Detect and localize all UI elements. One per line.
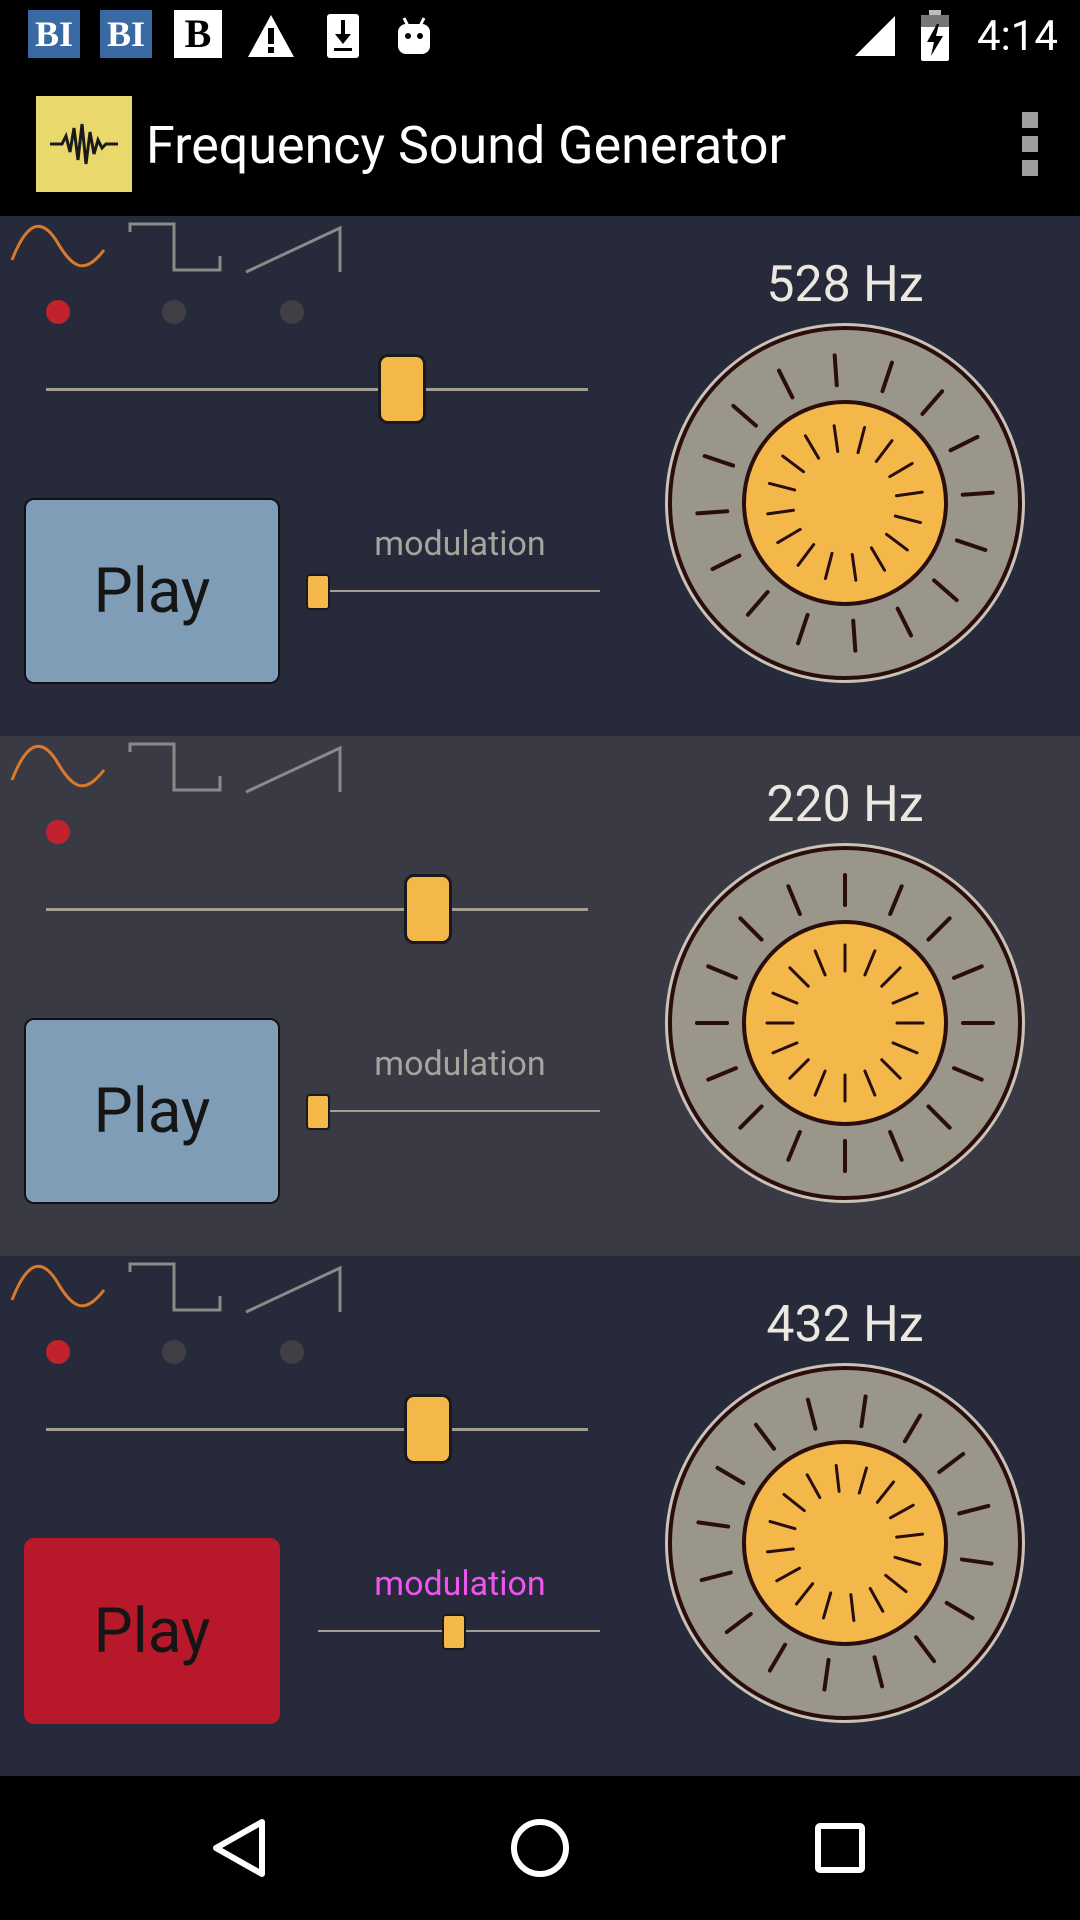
play-button[interactable]: Play [24,1018,280,1204]
signal-icon [852,10,898,62]
battery-charging-icon [918,10,952,62]
sine-select-dot[interactable] [46,820,70,844]
modulation-slider-thumb[interactable] [442,1614,466,1650]
volume-slider-track[interactable] [46,1428,588,1431]
volume-slider-track[interactable] [46,908,588,911]
generator-panel-3: Play modulation 432 Hz [0,1256,1080,1776]
dial-outer-tick [851,618,858,653]
sine-wave-icon [10,224,106,268]
sine-wave-icon [10,1264,106,1308]
status-bar: BI BI B 4:14 [0,0,1080,72]
app-bar: Frequency Sound Generator [0,72,1080,216]
b-icon: B [174,10,222,58]
modulation-slider-thumb[interactable] [306,574,330,610]
dial-outer-tick [832,353,839,388]
volume-slider-thumb[interactable] [404,1394,452,1464]
home-icon[interactable] [504,1812,576,1884]
modulation-slider-track[interactable] [318,1110,600,1112]
square-wave-icon [128,1262,222,1312]
android-icon [392,10,436,62]
generator-panel-2: Play modulation 220 Hz [0,736,1080,1256]
play-button[interactable]: Play [24,1538,280,1724]
square-wave-icon [128,222,222,272]
play-button[interactable]: Play [24,498,280,684]
volume-slider-thumb[interactable] [378,354,426,424]
frequency-dial[interactable] [662,320,1028,686]
dial-outer-tick [960,490,995,497]
modulation-label: modulation [374,1564,546,1604]
waveform-icon [36,96,132,192]
dial-knob [742,1440,948,1646]
frequency-label: 528 Hz [766,256,924,314]
frequency-dial[interactable] [662,1360,1028,1726]
bi-icon: BI [28,10,80,58]
status-time: 4:14 [977,12,1058,61]
square-select-dot[interactable] [162,1340,186,1364]
download-icon [322,10,364,62]
app-title: Frequency Sound Generator [146,115,787,176]
square-select-dot[interactable] [162,300,186,324]
square-wave-icon [128,742,222,792]
sawtooth-select-dot[interactable] [280,300,304,324]
back-icon[interactable] [204,1812,276,1884]
volume-slider-track[interactable] [46,388,588,391]
sawtooth-wave-icon [245,745,342,794]
sine-wave-icon [10,744,106,788]
sawtooth-wave-icon [245,1265,342,1314]
recents-icon[interactable] [804,1812,876,1884]
navigation-bar [0,1776,1080,1920]
sine-select-dot[interactable] [46,1340,70,1364]
modulation-label: modulation [374,1044,546,1084]
warning-icon [246,10,296,62]
frequency-label: 432 Hz [766,1296,924,1354]
modulation-label: modulation [374,524,546,564]
generator-panel-1: Play modulation 528 Hz [0,216,1080,736]
dial-outer-tick [695,509,730,516]
volume-slider-thumb[interactable] [404,874,452,944]
bi-icon: BI [100,10,152,58]
modulation-slider-thumb[interactable] [306,1094,330,1130]
dial-knob [742,400,948,606]
frequency-dial[interactable] [662,840,1028,1206]
overflow-menu-icon[interactable] [1020,112,1040,176]
sawtooth-wave-icon [245,225,342,274]
sawtooth-select-dot[interactable] [280,1340,304,1364]
sine-select-dot[interactable] [46,300,70,324]
frequency-label: 220 Hz [766,776,924,834]
modulation-slider-track[interactable] [318,590,600,592]
